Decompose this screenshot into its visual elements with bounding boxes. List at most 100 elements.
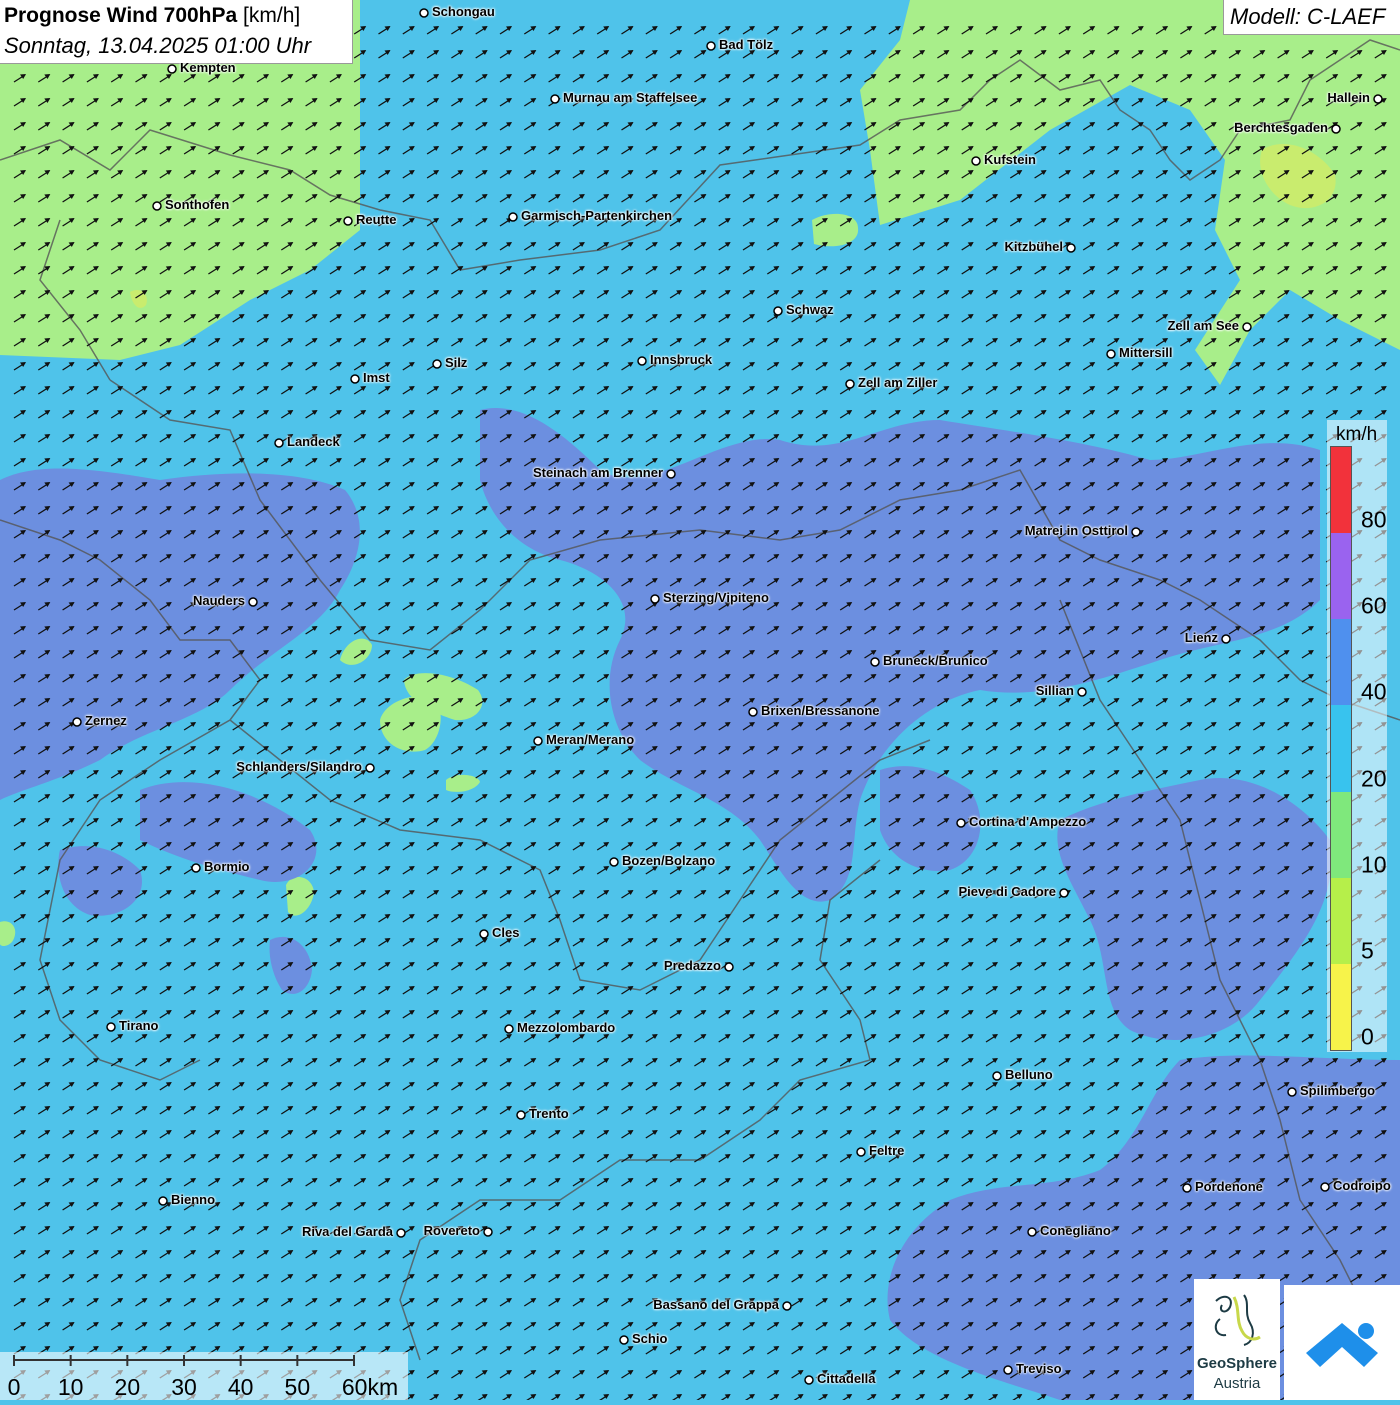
city-marker <box>610 858 618 866</box>
city-label: Silz <box>445 355 467 370</box>
legend-tick-label: 0 <box>1361 1024 1374 1051</box>
city-marker <box>107 1023 115 1031</box>
city-marker <box>509 213 517 221</box>
geosphere-logo-icon <box>1194 1279 1280 1355</box>
scale-tick-label: 60km <box>342 1374 398 1401</box>
legend-color-segment <box>1331 619 1351 705</box>
city-label: Cittadella <box>817 1371 876 1386</box>
city-marker <box>957 819 965 827</box>
city-label: Schwaz <box>786 302 834 317</box>
geosphere-logo[interactable]: GeoSphere Austria <box>1194 1279 1280 1400</box>
city-marker <box>153 202 161 210</box>
city-label: Sterzing/Vipiteno <box>663 590 769 605</box>
city-label: Bassano del Grappa <box>653 1297 779 1312</box>
city-label: Zell am See <box>1167 318 1239 333</box>
city-label: Nauders <box>193 593 245 608</box>
city-label: Matrei in Osttirol <box>1025 523 1128 538</box>
city-marker <box>505 1025 513 1033</box>
city-label: Rovereto <box>424 1223 480 1238</box>
city-label: Belluno <box>1005 1067 1053 1082</box>
city-marker <box>159 1197 167 1205</box>
city-marker <box>1004 1366 1012 1374</box>
legend-tick-label: 20 <box>1361 765 1387 792</box>
legend-color-segment <box>1331 533 1351 619</box>
legend-tick-label: 80 <box>1361 507 1387 534</box>
city-marker <box>651 595 659 603</box>
city-label: Bad Tölz <box>719 37 773 52</box>
city-label: Lienz <box>1185 630 1218 645</box>
city-label: Innsbruck <box>650 352 712 367</box>
city-marker <box>725 963 733 971</box>
city-label: Pordenone <box>1195 1179 1263 1194</box>
map-datetime: Sonntag, 13.04.2025 01:00 Uhr <box>4 33 311 59</box>
city-marker <box>783 1302 791 1310</box>
legend-color-segment <box>1331 792 1351 878</box>
city-marker <box>1374 95 1382 103</box>
app-logo[interactable] <box>1284 1285 1400 1400</box>
legend-color-segment <box>1331 447 1351 533</box>
app-logo-icon <box>1284 1285 1400 1400</box>
city-marker <box>1132 528 1140 536</box>
city-marker <box>667 470 675 478</box>
model-name: Modell: C-LAEF <box>1230 4 1385 30</box>
city-marker <box>1107 350 1115 358</box>
city-marker <box>484 1228 492 1236</box>
city-label: Sonthofen <box>165 197 229 212</box>
city-label: Meran/Merano <box>546 732 634 747</box>
city-label: Reutte <box>356 212 396 227</box>
city-marker <box>249 598 257 606</box>
city-label: Zernez <box>85 713 127 728</box>
city-marker <box>366 764 374 772</box>
scale-tick-label: 50 <box>285 1374 311 1401</box>
city-marker <box>1067 244 1075 252</box>
city-marker <box>1028 1228 1036 1236</box>
city-label: Cles <box>492 925 519 940</box>
city-label: Sillian <box>1036 683 1074 698</box>
scale-tick-label: 20 <box>115 1374 141 1401</box>
city-label: Berchtesgaden <box>1234 120 1328 135</box>
city-label: Schongau <box>432 4 495 19</box>
city-label: Feltre <box>869 1143 904 1158</box>
city-marker <box>805 1376 813 1384</box>
city-marker <box>749 708 757 716</box>
city-marker <box>73 718 81 726</box>
city-marker <box>397 1229 405 1237</box>
city-marker <box>420 9 428 17</box>
geosphere-country: Austria <box>1194 1375 1280 1392</box>
city-marker <box>972 157 980 165</box>
city-marker <box>275 439 283 447</box>
city-label: Mittersill <box>1119 345 1172 360</box>
city-label: Spilimbergo <box>1300 1083 1375 1098</box>
city-label: Conegliano <box>1040 1223 1111 1238</box>
city-label: Bruneck/Brunico <box>883 653 988 668</box>
city-label: Treviso <box>1016 1361 1062 1376</box>
city-marker <box>857 1148 865 1156</box>
city-label: Bormio <box>204 859 250 874</box>
city-marker <box>1243 323 1251 331</box>
city-label: Pieve di Cadore <box>958 884 1056 899</box>
city-marker <box>993 1072 1001 1080</box>
city-label: Cortina d'Ampezzo <box>969 814 1086 829</box>
city-marker <box>351 375 359 383</box>
city-label: Bienno <box>171 1192 215 1207</box>
city-marker <box>192 864 200 872</box>
city-label: Murnau am Staffelsee <box>563 90 697 105</box>
city-label: Codroipo <box>1333 1178 1391 1193</box>
city-marker <box>517 1111 525 1119</box>
city-label: Garmisch-Partenkirchen <box>521 208 672 223</box>
city-marker <box>620 1336 628 1344</box>
city-marker <box>774 307 782 315</box>
map-title-main: Prognose Wind 700hPa <box>4 4 237 27</box>
city-marker <box>1078 688 1086 696</box>
city-label: Schio <box>632 1331 667 1346</box>
model-box: Modell: C-LAEF <box>1223 0 1400 35</box>
legend-tick-label: 10 <box>1361 851 1387 878</box>
scale-tick-label: 10 <box>58 1374 84 1401</box>
city-marker <box>344 217 352 225</box>
city-label: Mezzolombardo <box>517 1020 615 1035</box>
legend-unit: km/h <box>1336 424 1377 446</box>
legend-tick-label: 60 <box>1361 593 1387 620</box>
city-label: Kempten <box>180 60 236 75</box>
city-label: Schlanders/Silandro <box>236 759 362 774</box>
scale-tick-label: 30 <box>171 1374 197 1401</box>
